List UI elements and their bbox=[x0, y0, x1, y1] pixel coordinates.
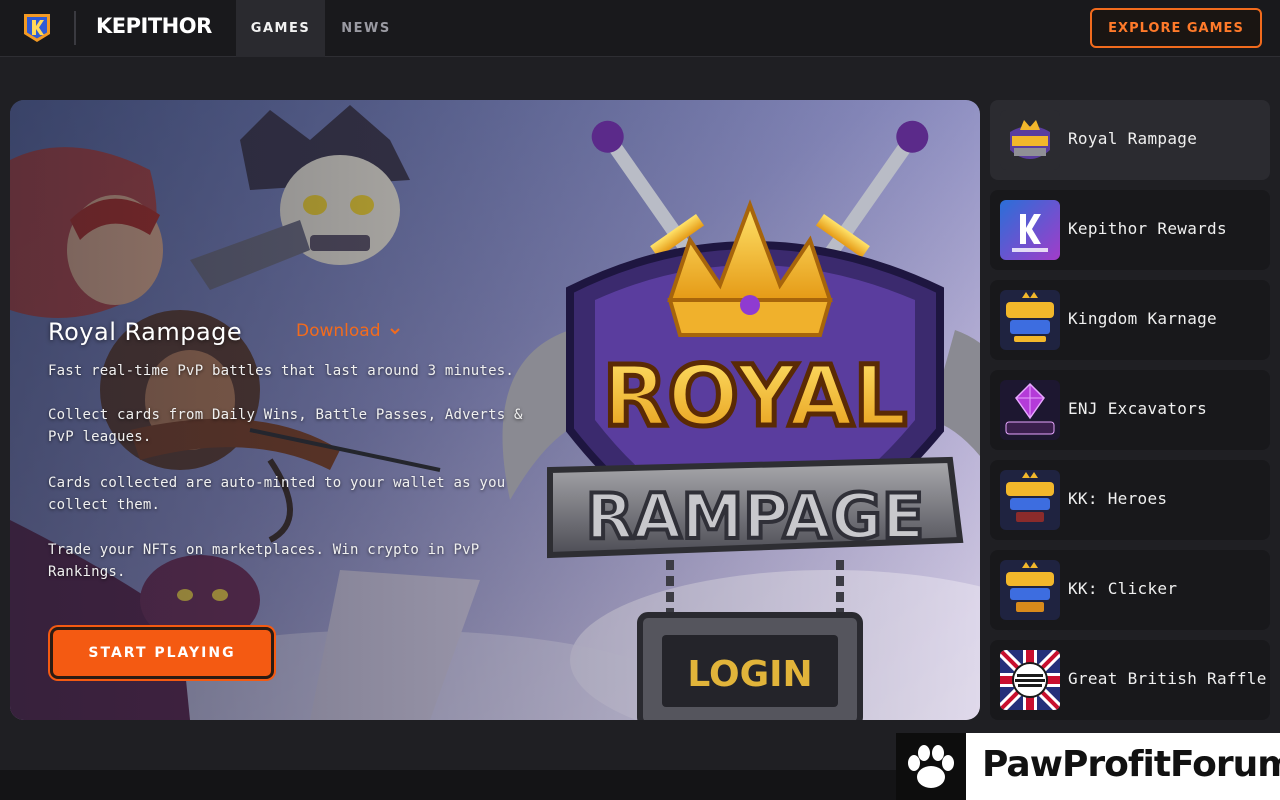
download-dropdown[interactable]: Download bbox=[296, 321, 401, 341]
explore-games-button[interactable]: EXPLORE GAMES bbox=[1090, 8, 1262, 48]
game-item-label: Kingdom Karnage bbox=[1068, 309, 1217, 328]
brand-divider bbox=[74, 11, 76, 45]
game-item-kingdom-karnage[interactable]: Kingdom Karnage bbox=[990, 280, 1270, 360]
game-item-label: Royal Rampage bbox=[1068, 129, 1198, 148]
login-sign-text: LOGIN bbox=[687, 654, 812, 695]
brand-name[interactable]: KEPITHOR bbox=[96, 14, 212, 38]
download-label: Download bbox=[296, 321, 381, 341]
game-item-label: ENJ Excavators bbox=[1068, 399, 1208, 418]
logo-rampage-text: RAMPAGE bbox=[586, 480, 924, 553]
enj-excavators-icon bbox=[1000, 380, 1060, 440]
kepithor-logo-icon[interactable] bbox=[20, 10, 54, 44]
great-british-raffle-icon bbox=[1000, 650, 1060, 710]
kepithor-rewards-icon bbox=[1000, 200, 1060, 260]
game-item-royal-rampage[interactable]: Royal Rampage bbox=[990, 100, 1270, 180]
game-item-label: KK: Clicker bbox=[1068, 579, 1178, 598]
hero-description-4: Trade your NFTs on marketplaces. Win cry… bbox=[48, 542, 480, 580]
game-item-kepithor-rewards[interactable]: Kepithor Rewards bbox=[990, 190, 1270, 270]
featured-game-hero: ROYAL RAMPAGE LOGIN Royal Rampage Downlo… bbox=[10, 100, 980, 720]
game-item-enj-excavators[interactable]: ENJ Excavators bbox=[990, 370, 1270, 450]
hero-description-3: Cards collected are auto-minted to your … bbox=[48, 475, 506, 513]
hero-game-title: Royal Rampage bbox=[48, 318, 243, 346]
hero-description-2: Collect cards from Daily Wins, Battle Pa… bbox=[48, 407, 523, 445]
kk-heroes-icon bbox=[1000, 470, 1060, 530]
tab-news[interactable]: NEWS bbox=[329, 0, 403, 57]
hero-description-1: Fast real-time PvP battles that last aro… bbox=[48, 363, 514, 379]
game-item-great-british-raffle[interactable]: Great British Raffle bbox=[990, 640, 1270, 720]
start-playing-button[interactable]: START PLAYING bbox=[50, 627, 274, 679]
chevron-down-icon bbox=[389, 328, 400, 335]
logo-royal-text: ROYAL bbox=[603, 347, 907, 445]
top-navigation-bar: KEPITHOR GAMES NEWS EXPLORE GAMES bbox=[0, 0, 1280, 57]
royal-rampage-icon bbox=[1000, 110, 1060, 170]
paw-icon bbox=[896, 733, 966, 800]
game-item-label: Great British Raffle bbox=[1068, 669, 1267, 688]
game-item-kk-clicker[interactable]: KK: Clicker bbox=[990, 550, 1270, 630]
game-item-label: Kepithor Rewards bbox=[1068, 219, 1227, 238]
game-item-kk-heroes[interactable]: KK: Heroes bbox=[990, 460, 1270, 540]
game-item-label: KK: Heroes bbox=[1068, 489, 1168, 508]
tab-games[interactable]: GAMES bbox=[236, 0, 325, 57]
kingdom-karnage-icon bbox=[1000, 290, 1060, 350]
kk-clicker-icon bbox=[1000, 560, 1060, 620]
watermark-text: PawProfitForum bbox=[982, 744, 1280, 785]
